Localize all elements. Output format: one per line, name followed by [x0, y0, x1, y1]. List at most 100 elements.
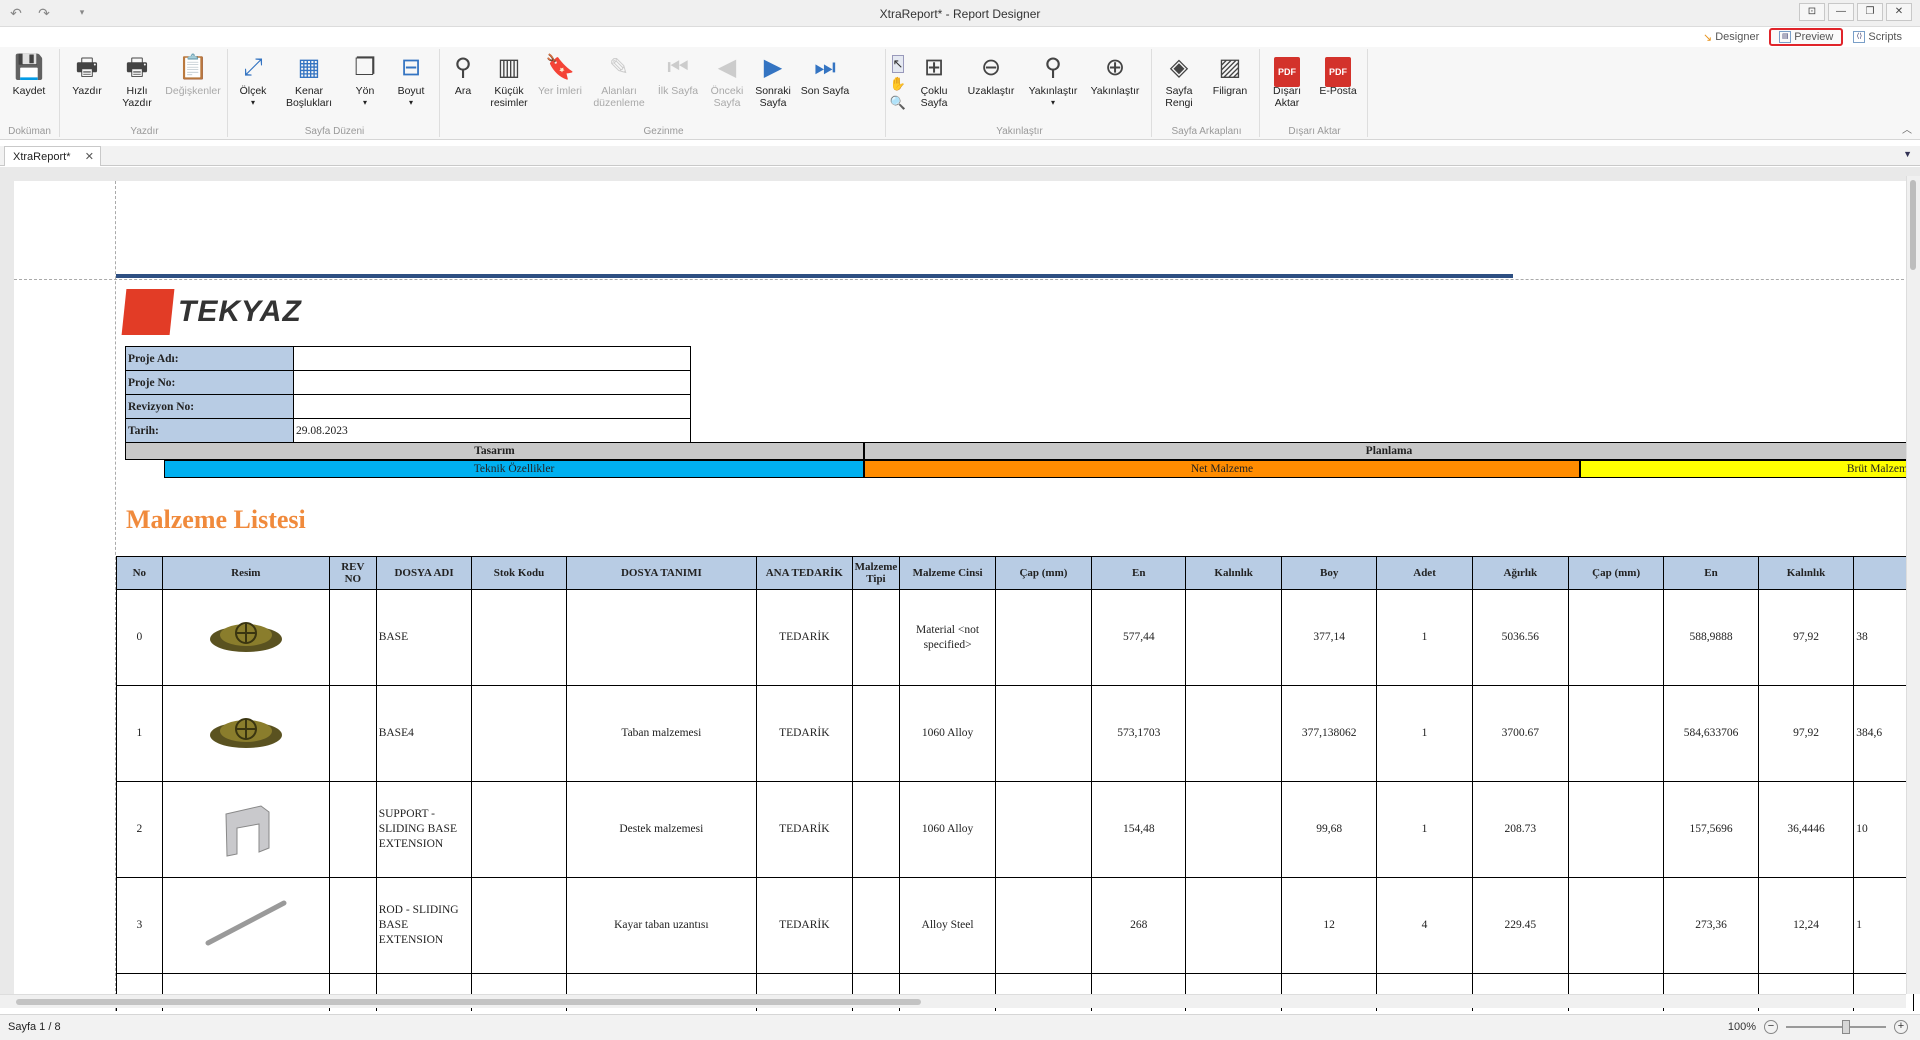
ribbon: 💾 Kaydet Doküman 🖶 Yazdır 🖶 Hızlı Yazdır 📋 D…: [0, 47, 1920, 140]
zoom-out-button[interactable]: ⊖ Uzaklaştır: [960, 49, 1022, 119]
vertical-scroll-thumb[interactable]: [1910, 180, 1916, 270]
zoom-in-icon: ⊕: [1104, 54, 1126, 81]
last-page-button[interactable]: ⏭ Son Sayfa: [796, 49, 854, 119]
horizontal-scrollbar[interactable]: [0, 994, 1906, 1008]
status-bar: Sayfa 1 / 8 100% − +: [0, 1014, 1920, 1040]
quick-print-button[interactable]: 🖶 Hızlı Yazdır: [112, 49, 162, 119]
column-header: DOSYA TANIMI: [565, 556, 758, 590]
report-title: Malzeme Listesi: [126, 505, 306, 534]
margin-line: [14, 279, 1914, 280]
quick-printer-icon: 🖶: [125, 54, 149, 81]
find-button[interactable]: ⚲ Ara: [442, 49, 484, 119]
scale-button[interactable]: ⤢ Ölçek ▾: [230, 49, 276, 119]
zoom-control: 100% − +: [1728, 1020, 1908, 1034]
hand-icon[interactable]: ✋: [890, 76, 906, 92]
first-page-icon: ⏮: [667, 54, 689, 81]
scale-icon: ⤢: [243, 54, 263, 81]
part-image: [161, 877, 330, 974]
email-button[interactable]: PDF E-Posta: [1312, 49, 1364, 119]
column-header: Boy: [1280, 556, 1378, 590]
horizontal-scroll-thumb[interactable]: [16, 999, 921, 1005]
column-header: Kalınlık: [1185, 556, 1282, 590]
column-header: REV NO: [328, 556, 377, 590]
column-header: Adet: [1376, 556, 1473, 590]
zoom-in-icon[interactable]: +: [1894, 1020, 1908, 1034]
column-header: Ağırlık: [1471, 556, 1570, 590]
edit-fields-icon: ✎: [608, 54, 630, 81]
first-page-button[interactable]: ⏮ İlk Sayfa: [652, 49, 704, 119]
collapse-ribbon-icon[interactable]: ︿: [1902, 121, 1912, 136]
group-tasarim: Tasarım: [125, 442, 864, 460]
tab-list-dropdown-icon[interactable]: ▼: [1903, 149, 1912, 159]
margins-button[interactable]: ▦ Kenar Boşlukları: [276, 49, 342, 119]
base4-part-icon: [209, 718, 282, 748]
margins-icon: ▦: [297, 54, 321, 81]
maximize-button[interactable]: ❐: [1857, 3, 1883, 21]
vertical-scrollbar[interactable]: [1906, 176, 1920, 994]
zoom-icon: ⚲: [1044, 54, 1062, 81]
tab-scripts[interactable]: ⟨⟩ Scripts: [1849, 28, 1906, 46]
column-header: Çap (mm): [1568, 556, 1665, 590]
column-header: Malzeme Cinsi: [899, 556, 996, 590]
thumbnails-button[interactable]: ▥ Küçük resimler: [484, 49, 534, 119]
doc-tab-xtrareport[interactable]: XtraReport* ✕: [4, 146, 101, 166]
window-title: XtraReport* - Report Designer: [879, 7, 1041, 21]
column-header: Malzeme Tipi: [851, 556, 901, 590]
column-header: Kalınlık: [1757, 556, 1855, 590]
close-button[interactable]: ✕: [1886, 3, 1912, 21]
zoom-out-icon: ⊖: [980, 54, 1002, 81]
close-tab-icon[interactable]: ✕: [85, 150, 94, 163]
support-part-icon: [225, 805, 270, 857]
paint-bucket-icon: ◈: [1169, 54, 1189, 81]
pointer-icon[interactable]: ↖: [891, 55, 905, 73]
next-page-button[interactable]: ▶ Sonraki Sayfa: [750, 49, 796, 119]
preview-icon: ▤: [1779, 31, 1792, 43]
size-button[interactable]: ⊟ Boyut ▾: [388, 49, 434, 119]
logo-mark-icon: [121, 289, 175, 335]
bookmarks-button[interactable]: 🔖 Yer İmleri: [534, 49, 586, 119]
binoculars-icon: ⚲: [454, 54, 472, 81]
info-row: Proje No:: [125, 370, 691, 395]
zoom-out-icon[interactable]: −: [1764, 1020, 1778, 1034]
magnifier-small-icon[interactable]: 🔍: [890, 95, 906, 111]
multi-page-button[interactable]: ⊞ Çoklu Sayfa: [908, 49, 960, 119]
group-page-background: ◈ Sayfa Rengi ▨ Filigran Sayfa Arkaplanı: [1154, 49, 1260, 137]
base-part-icon: [209, 622, 282, 652]
minimize-button[interactable]: —: [1828, 3, 1854, 21]
zoom-button[interactable]: ⚲ Yakınlaştır ▾: [1022, 49, 1084, 119]
column-header: En: [1663, 556, 1759, 590]
printer-icon: 🖶: [75, 54, 99, 81]
print-button[interactable]: 🖶 Yazdır: [62, 49, 112, 119]
zoom-slider[interactable]: [1786, 1020, 1886, 1034]
info-row: Proje Adı:: [125, 346, 691, 371]
group-zoom: ↖ ✋ 🔍 ⊞ Çoklu Sayfa ⊖ Uzaklaştır ⚲ Yakınlaş…: [888, 49, 1152, 137]
orientation-button[interactable]: ❐ Yön ▾: [342, 49, 388, 119]
bookmark-icon: 🔖: [545, 54, 575, 81]
zoom-slider-thumb[interactable]: [1842, 1020, 1850, 1034]
column-header: Çap (mm): [994, 556, 1093, 590]
column-header: [1853, 556, 1914, 590]
rod-part-icon: [205, 900, 287, 946]
parameters-button[interactable]: 📋 Değişkenler: [162, 49, 224, 119]
zoom-in-button[interactable]: ⊕ Yakınlaştır: [1084, 49, 1146, 119]
editing-fields-button[interactable]: ✎ Alanları düzenleme: [586, 49, 652, 119]
designer-icon: ↘: [1703, 31, 1713, 44]
export-button[interactable]: PDF Dışarı Aktar: [1262, 49, 1312, 119]
tab-preview[interactable]: ▤ Preview: [1769, 28, 1844, 46]
column-header: DOSYA ADI: [375, 556, 473, 590]
document-tab-bar: XtraReport* ✕ ▼: [0, 146, 1920, 166]
pdf-email-icon: PDF: [1325, 57, 1351, 87]
part-image: [161, 781, 330, 878]
restore-layout-button[interactable]: ⊡: [1799, 3, 1825, 21]
column-header: En: [1091, 556, 1187, 590]
save-icon: 💾: [14, 54, 44, 81]
page-color-button[interactable]: ◈ Sayfa Rengi: [1154, 49, 1204, 119]
column-header: ANA TEDARİK: [756, 556, 853, 590]
prev-page-icon: ◀: [717, 54, 737, 81]
save-button[interactable]: 💾 Kaydet: [0, 49, 58, 119]
title-bar: ↶ ↷ ▾ XtraReport* - Report Designer ⊡ — …: [0, 0, 1920, 27]
prev-page-button[interactable]: ◀ Önceki Sayfa: [704, 49, 750, 119]
subgroup-brut: Brüt Malzeme: [1580, 460, 1914, 478]
table-row: 0 BASE TEDARİK Material <not specified> …: [116, 589, 1914, 686]
watermark-button[interactable]: ▨ Filigran: [1204, 49, 1256, 119]
